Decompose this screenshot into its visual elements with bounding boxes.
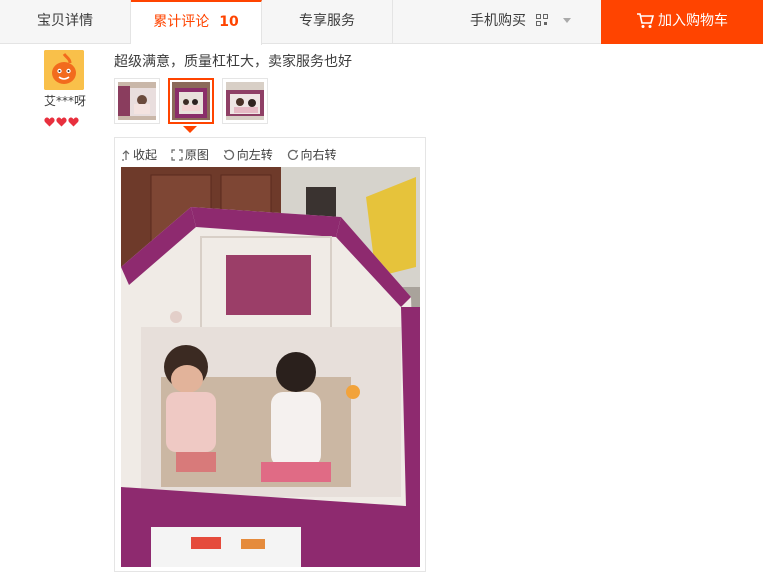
cart-icon bbox=[637, 13, 655, 28]
add-to-cart-label: 加入购物车 bbox=[658, 13, 728, 29]
rotate-left-label: 向左转 bbox=[236, 148, 273, 162]
image-viewer: 收起 原图 向左转 向右转 bbox=[114, 137, 426, 572]
collapse-icon bbox=[122, 150, 130, 161]
rotate-right-label: 向右转 bbox=[300, 148, 337, 162]
rotate-left-icon bbox=[223, 149, 234, 160]
review-thumbnail[interactable] bbox=[114, 78, 160, 124]
chevron-down-icon bbox=[562, 18, 571, 23]
heart-badge-icon bbox=[44, 117, 55, 127]
tab-services[interactable]: 专享服务 bbox=[262, 0, 393, 44]
rotate-right-button[interactable]: 向右转 bbox=[287, 146, 337, 163]
viewer-toolbar: 收起 原图 向左转 向右转 bbox=[121, 146, 347, 162]
original-image-button[interactable]: 原图 bbox=[171, 146, 209, 163]
collapse-button[interactable]: 收起 bbox=[121, 146, 157, 163]
avatar bbox=[44, 50, 84, 90]
qr-code-icon bbox=[536, 14, 549, 26]
reviewer-name[interactable]: 艾***呀 bbox=[40, 92, 90, 109]
mobile-buy-button[interactable]: 手机购买 bbox=[470, 0, 600, 44]
review-count: 10 bbox=[219, 14, 239, 30]
review-thumbnail-selected[interactable] bbox=[168, 78, 214, 124]
tab-bar: 宝贝详情 累计评论 10 专享服务 手机购买 加入购物车 bbox=[0, 0, 763, 45]
rotate-right-icon bbox=[287, 149, 298, 160]
tab-services-label: 专享服务 bbox=[299, 13, 355, 29]
review-photo-large bbox=[121, 167, 420, 567]
original-image-label: 原图 bbox=[184, 148, 209, 162]
tab-item-details[interactable]: 宝贝详情 bbox=[0, 0, 131, 44]
collapse-label: 收起 bbox=[133, 148, 158, 162]
add-to-cart-button[interactable]: 加入购物车 bbox=[601, 0, 763, 44]
review-thumbnail[interactable] bbox=[222, 78, 268, 124]
fullscreen-icon bbox=[171, 149, 183, 161]
reviewer-level-badges bbox=[44, 112, 84, 127]
heart-badge-icon bbox=[68, 117, 79, 127]
review-text: 超级满意，质量杠杠大，卖家服务也好 bbox=[114, 54, 352, 70]
tab-details-label: 宝贝详情 bbox=[37, 13, 93, 29]
tab-reviews[interactable]: 累计评论 10 bbox=[131, 0, 262, 45]
heart-badge-icon bbox=[56, 117, 67, 127]
selected-thumbnail-pointer bbox=[183, 126, 197, 133]
tab-reviews-label: 累计评论 bbox=[153, 14, 210, 30]
rotate-left-button[interactable]: 向左转 bbox=[223, 146, 273, 163]
mobile-buy-label: 手机购买 bbox=[470, 13, 526, 29]
